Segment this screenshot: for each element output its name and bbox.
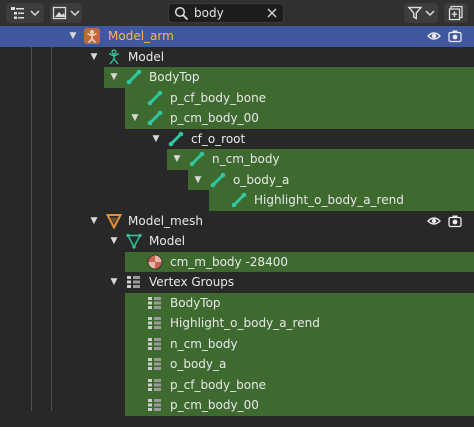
outliner-display-mode-icon bbox=[11, 7, 24, 19]
vertex-group-name: BodyTop bbox=[170, 295, 221, 310]
display-mode-button[interactable] bbox=[6, 3, 44, 23]
vertex-group-name: n_cm_body bbox=[170, 336, 238, 351]
tree-row-model-mesh[interactable]: ▼ Model_mesh bbox=[0, 211, 474, 232]
tree-row-bone[interactable]: p_cf_body_bone bbox=[0, 87, 474, 108]
tree-row-bone[interactable]: ▼ BodyTop bbox=[0, 67, 474, 88]
outliner-header: body bbox=[0, 0, 474, 26]
tree-row-vertex-group[interactable]: o_body_a bbox=[0, 354, 474, 375]
search-input[interactable]: body bbox=[194, 6, 224, 20]
bone-name: cf_o_root bbox=[191, 131, 246, 146]
eye-icon[interactable] bbox=[427, 29, 441, 43]
vertex-group-name: p_cm_body_00 bbox=[170, 398, 259, 412]
vertex-group-name: Highlight_o_body_a_rend bbox=[170, 316, 320, 330]
expand-triangle-icon[interactable]: ▼ bbox=[150, 129, 162, 149]
expand-triangle-icon[interactable]: ▼ bbox=[192, 170, 204, 190]
chevron-down-icon bbox=[424, 10, 435, 17]
bone-name: o_body_a bbox=[233, 172, 290, 187]
filter-icon bbox=[407, 6, 422, 20]
tree-row-vertex-group[interactable]: BodyTop bbox=[0, 292, 474, 313]
bone-icon bbox=[168, 131, 184, 146]
bone-name: p_cf_body_bone bbox=[170, 90, 267, 105]
outliner-tree: ▼ Model_arm ▼ Model ▼ BodyTop p_cf_body_… bbox=[0, 26, 474, 427]
tree-row-vertex-group[interactable]: p_cm_body_00 bbox=[0, 395, 474, 416]
chevron-down-icon bbox=[70, 10, 80, 17]
chevron-down-icon bbox=[30, 10, 40, 17]
tree-row-vertex-group[interactable]: n_cm_body bbox=[0, 333, 474, 354]
expand-triangle-icon[interactable]: ▼ bbox=[108, 231, 120, 251]
filter-button[interactable] bbox=[404, 3, 438, 23]
object-name: Model_mesh bbox=[128, 213, 203, 228]
tree-row-mesh-data[interactable]: ▼ Model bbox=[0, 231, 474, 252]
expand-triangle-icon[interactable]: ▼ bbox=[171, 149, 183, 169]
armature-icon bbox=[84, 28, 100, 44]
bone-icon bbox=[189, 151, 205, 167]
expand-triangle-icon[interactable]: ▼ bbox=[88, 211, 100, 231]
vertex-group-icon bbox=[148, 317, 161, 329]
data-name: Model bbox=[149, 234, 186, 248]
mesh-data-icon bbox=[126, 233, 142, 249]
search-field[interactable]: body bbox=[168, 3, 284, 23]
eye-icon[interactable] bbox=[427, 214, 441, 228]
expand-triangle-icon[interactable]: ▼ bbox=[108, 67, 120, 87]
expand-triangle-icon[interactable]: ▼ bbox=[67, 26, 79, 46]
tree-row-armature-data[interactable]: ▼ Model bbox=[0, 47, 474, 68]
bone-icon bbox=[231, 192, 247, 208]
new-collection-button[interactable] bbox=[444, 3, 468, 23]
camera-icon[interactable] bbox=[448, 214, 462, 228]
tree-row-bone[interactable]: ▼ o_body_a bbox=[0, 169, 474, 190]
tree-row-material[interactable]: cm_m_body -28400 bbox=[0, 251, 474, 272]
bone-icon bbox=[210, 172, 226, 187]
vertex-group-icon bbox=[148, 399, 161, 411]
tree-row-vertex-groups[interactable]: ▼ Vertex Groups bbox=[0, 272, 474, 293]
tree-row-bone[interactable]: ▼ cf_o_root bbox=[0, 129, 474, 150]
data-name: Model bbox=[128, 49, 165, 64]
mesh-object-icon bbox=[106, 213, 122, 229]
search-icon bbox=[174, 6, 189, 21]
armature-data-icon bbox=[108, 48, 120, 64]
bone-icon bbox=[147, 110, 163, 126]
object-name: Model_arm bbox=[108, 29, 174, 43]
expand-triangle-icon[interactable]: ▼ bbox=[88, 47, 100, 67]
bone-name: p_cm_body_00 bbox=[170, 111, 259, 125]
close-icon[interactable] bbox=[266, 7, 278, 19]
bone-icon bbox=[147, 90, 163, 105]
camera-icon[interactable] bbox=[448, 29, 462, 43]
section-label: Vertex Groups bbox=[149, 275, 235, 289]
tree-row-bone[interactable]: ▼ n_cm_body bbox=[0, 149, 474, 170]
vertex-groups-icon bbox=[127, 276, 140, 288]
image-icon bbox=[52, 6, 67, 20]
expand-triangle-icon[interactable]: ▼ bbox=[129, 108, 141, 128]
expand-triangle-icon[interactable]: ▼ bbox=[108, 272, 120, 292]
tree-row-vertex-group[interactable]: p_cf_body_bone bbox=[0, 374, 474, 395]
bone-name: Highlight_o_body_a_rend bbox=[254, 193, 404, 207]
search-match-highlight bbox=[188, 169, 474, 190]
vertex-group-icon bbox=[148, 337, 161, 350]
tree-row-model-arm[interactable]: ▼ Model_arm bbox=[0, 26, 474, 47]
vertex-group-icon bbox=[148, 296, 161, 309]
new-collection-icon bbox=[448, 5, 463, 21]
material-name: cm_m_body -28400 bbox=[170, 254, 288, 269]
tree-row-vertex-group[interactable]: Highlight_o_body_a_rend bbox=[0, 313, 474, 334]
vertex-group-icon bbox=[148, 358, 161, 370]
material-icon bbox=[147, 254, 163, 269]
vertex-group-name: p_cf_body_bone bbox=[170, 377, 267, 392]
tree-row-bone[interactable]: ▼ p_cm_body_00 bbox=[0, 108, 474, 129]
vertex-group-icon bbox=[148, 378, 161, 391]
tree-row-bone[interactable]: Highlight_o_body_a_rend bbox=[0, 190, 474, 211]
display-filter-button[interactable] bbox=[50, 3, 82, 23]
bone-icon bbox=[126, 69, 142, 85]
vertex-group-name: o_body_a bbox=[170, 357, 227, 371]
bone-name: BodyTop bbox=[149, 70, 200, 84]
bone-name: n_cm_body bbox=[212, 152, 280, 166]
